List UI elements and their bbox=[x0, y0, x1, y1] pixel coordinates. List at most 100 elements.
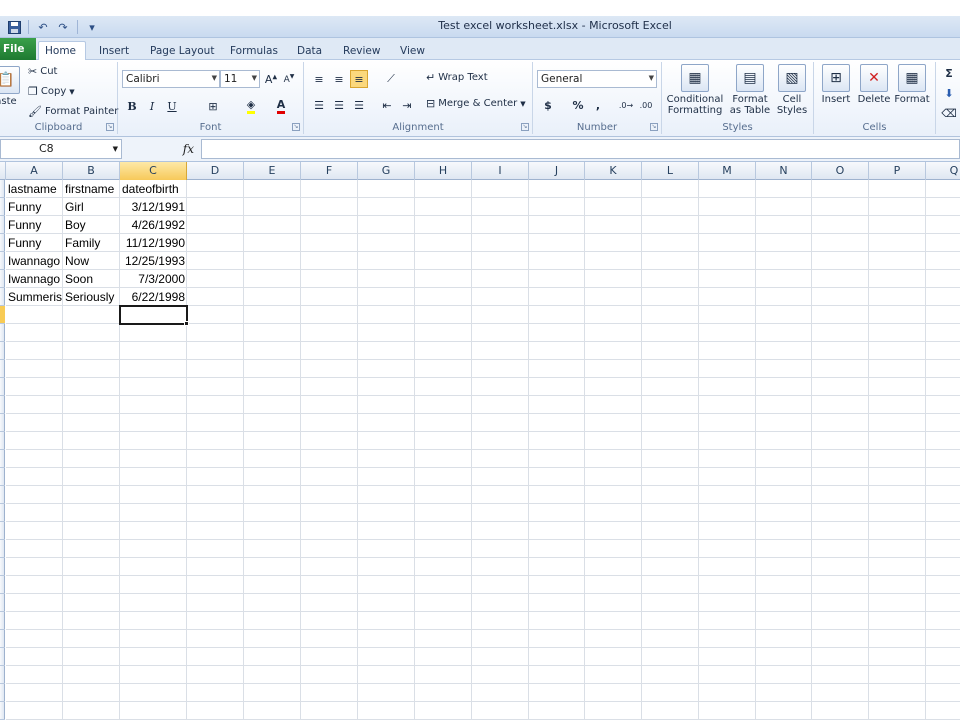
merge-center-button[interactable]: ⊟ Merge & Center ▼ bbox=[426, 97, 526, 110]
cell-c5[interactable]: 12/25/1993 bbox=[120, 252, 187, 270]
wrap-text-button[interactable]: ↵ Wrap Text bbox=[426, 71, 488, 84]
cell-c3[interactable]: 4/26/1992 bbox=[120, 216, 187, 234]
row-header[interactable] bbox=[0, 306, 5, 324]
comma-button[interactable]: , bbox=[589, 96, 607, 114]
column-header-d[interactable]: D bbox=[187, 162, 244, 180]
orientation-button[interactable]: ⟋ bbox=[382, 70, 400, 88]
align-top-button[interactable]: ≡ bbox=[310, 70, 328, 88]
row-header[interactable] bbox=[0, 252, 5, 270]
bold-button[interactable]: B bbox=[123, 97, 141, 115]
row-header[interactable] bbox=[0, 630, 5, 648]
tab-formulas[interactable]: Formulas bbox=[224, 41, 284, 60]
underline-button[interactable]: U bbox=[163, 97, 181, 115]
tab-file[interactable]: File bbox=[0, 38, 36, 60]
row-header[interactable] bbox=[0, 360, 5, 378]
column-header-j[interactable]: J bbox=[529, 162, 585, 180]
column-header-k[interactable]: K bbox=[585, 162, 642, 180]
cell-b6[interactable]: Soon bbox=[63, 270, 120, 288]
row-header[interactable] bbox=[0, 522, 5, 540]
row-header[interactable] bbox=[0, 270, 5, 288]
font-size-combo[interactable]: 11 ▼ bbox=[220, 70, 260, 88]
align-middle-button[interactable]: ≡ bbox=[330, 70, 348, 88]
row-header[interactable] bbox=[0, 288, 5, 306]
cell-a4[interactable]: Funny bbox=[6, 234, 63, 252]
number-format-combo[interactable]: General ▼ bbox=[537, 70, 657, 88]
paste-button[interactable]: 📋 aste bbox=[0, 66, 30, 107]
column-header-o[interactable]: O bbox=[812, 162, 869, 180]
italic-button[interactable]: I bbox=[143, 97, 161, 115]
row-header[interactable] bbox=[0, 684, 5, 702]
cell-b5[interactable]: Now bbox=[63, 252, 120, 270]
format-painter-button[interactable]: 🖌 Format Painter bbox=[28, 105, 118, 118]
tab-home[interactable]: Home bbox=[38, 41, 86, 60]
fill-button[interactable]: ⬇ bbox=[940, 84, 958, 102]
insert-function-button[interactable]: fx bbox=[126, 139, 200, 159]
cell-b3[interactable]: Boy bbox=[63, 216, 120, 234]
row-header[interactable] bbox=[0, 324, 5, 342]
row-header[interactable] bbox=[0, 594, 5, 612]
column-header-g[interactable]: G bbox=[358, 162, 415, 180]
cell-a1[interactable]: lastname bbox=[6, 180, 63, 198]
cell-c1[interactable]: dateofbirth bbox=[120, 180, 187, 198]
column-header-e[interactable]: E bbox=[244, 162, 301, 180]
cell-a5[interactable]: Iwannago bbox=[6, 252, 63, 270]
column-header-p[interactable]: P bbox=[869, 162, 926, 180]
format-as-table-button[interactable]: ▤ Format as Table bbox=[726, 64, 774, 116]
row-header[interactable] bbox=[0, 468, 5, 486]
row-header[interactable] bbox=[0, 432, 5, 450]
align-right-button[interactable]: ☰ bbox=[350, 96, 368, 114]
cell-b1[interactable]: firstname bbox=[63, 180, 120, 198]
row-header[interactable] bbox=[0, 540, 5, 558]
row-header[interactable] bbox=[0, 234, 5, 252]
copy-button[interactable]: ❐ Copy ▼ bbox=[28, 85, 75, 98]
cell-b7[interactable]: Seriously bbox=[63, 288, 120, 306]
cell-c2[interactable]: 3/12/1991 bbox=[120, 198, 187, 216]
row-header[interactable] bbox=[0, 612, 5, 630]
column-header-a[interactable]: A bbox=[6, 162, 63, 180]
column-header-q[interactable]: Q bbox=[926, 162, 960, 180]
column-header-h[interactable]: H bbox=[415, 162, 472, 180]
cell-b2[interactable]: Girl bbox=[63, 198, 120, 216]
worksheet-grid[interactable]: lastname firstname dateofbirth Funny Gir… bbox=[6, 180, 960, 720]
row-header[interactable] bbox=[0, 414, 5, 432]
number-launcher-icon[interactable]: ↘ bbox=[650, 123, 658, 131]
decrease-decimal-button[interactable]: .00 bbox=[637, 96, 655, 114]
column-header-c[interactable]: C bbox=[120, 162, 187, 180]
font-color-button[interactable]: A bbox=[272, 97, 290, 115]
autosum-button[interactable]: Σ bbox=[940, 64, 958, 82]
row-header[interactable] bbox=[0, 342, 5, 360]
row-header[interactable] bbox=[0, 486, 5, 504]
column-header-m[interactable]: M bbox=[699, 162, 756, 180]
column-header-l[interactable]: L bbox=[642, 162, 699, 180]
formula-input[interactable] bbox=[201, 139, 960, 159]
row-header[interactable] bbox=[0, 558, 5, 576]
name-box[interactable]: C8 ▼ bbox=[0, 139, 122, 159]
row-header[interactable] bbox=[0, 504, 5, 522]
cell-c7[interactable]: 6/22/1998 bbox=[120, 288, 187, 306]
cell-styles-button[interactable]: ▧ Cell Styles bbox=[770, 64, 814, 116]
clipboard-launcher-icon[interactable]: ↘ bbox=[106, 123, 114, 131]
fill-handle[interactable] bbox=[184, 321, 189, 326]
grow-font-button[interactable]: A▲ bbox=[262, 70, 280, 88]
format-cells-button[interactable]: ▦ Format bbox=[890, 64, 934, 105]
conditional-formatting-button[interactable]: ▦ Conditional Formatting bbox=[666, 64, 724, 116]
fill-color-button[interactable]: ◈ bbox=[242, 97, 260, 115]
alignment-launcher-icon[interactable]: ↘ bbox=[521, 123, 529, 131]
currency-button[interactable]: $ bbox=[539, 96, 557, 114]
decrease-indent-button[interactable]: ⇤ bbox=[378, 96, 396, 114]
font-name-combo[interactable]: Calibri ▼ bbox=[122, 70, 220, 88]
percent-button[interactable]: % bbox=[569, 96, 587, 114]
row-header[interactable] bbox=[0, 396, 5, 414]
tab-page-layout[interactable]: Page Layout bbox=[144, 41, 220, 60]
column-header-n[interactable]: N bbox=[756, 162, 812, 180]
column-header-b[interactable]: B bbox=[63, 162, 120, 180]
align-left-button[interactable]: ☰ bbox=[310, 96, 328, 114]
borders-button[interactable]: ⊞ bbox=[204, 97, 222, 115]
cell-a3[interactable]: Funny bbox=[6, 216, 63, 234]
row-header[interactable] bbox=[0, 378, 5, 396]
cell-a7[interactable]: Summeris bbox=[6, 288, 63, 306]
align-center-button[interactable]: ☰ bbox=[330, 96, 348, 114]
row-header[interactable] bbox=[0, 648, 5, 666]
row-header[interactable] bbox=[0, 450, 5, 468]
row-header[interactable] bbox=[0, 216, 5, 234]
